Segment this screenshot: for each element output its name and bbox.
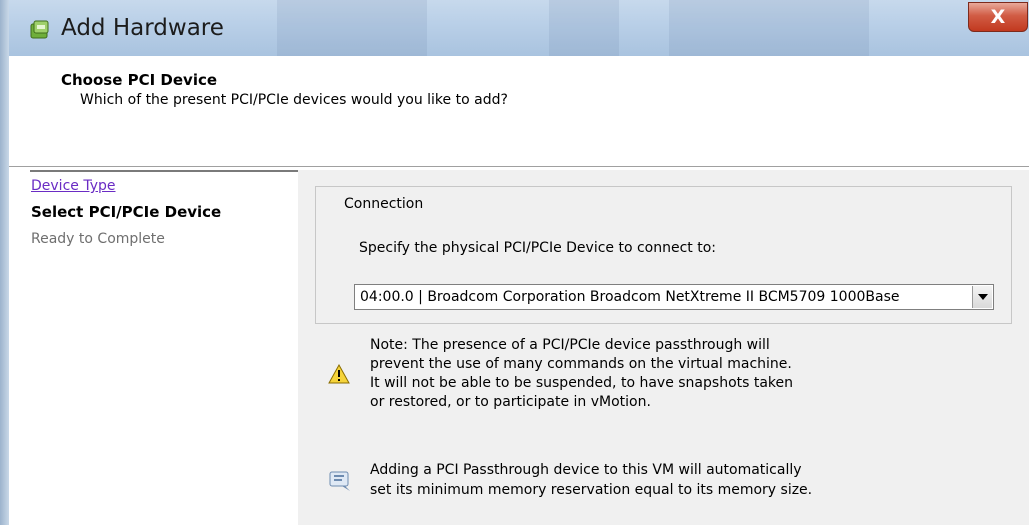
step-select-pci-device: Select PCI/PCIe Device [31, 203, 222, 221]
pci-device-dropdown[interactable]: 04:00.0 | Broadcom Corporation Broadcom … [354, 284, 994, 310]
warning-icon [328, 364, 350, 384]
window-frame-left [0, 0, 9, 525]
connection-group-label: Connection [341, 196, 427, 212]
passthrough-warning-text: Note: The presence of a PCI/PCIe device … [370, 337, 794, 410]
connection-groupbox: Connection Specify the physical PCI/PCIe… [315, 186, 1012, 324]
titlebar-background-decoration [277, 0, 427, 56]
wizard-header: Choose PCI Device Which of the present P… [9, 56, 1029, 166]
page-title: Choose PCI Device [61, 71, 218, 89]
title-bar[interactable]: Add Hardware X [9, 0, 1029, 56]
titlebar-background-decoration [549, 0, 619, 56]
step-ready-to-complete: Ready to Complete [31, 231, 165, 247]
titlebar-background-decoration [669, 0, 869, 56]
pci-device-selected-value: 04:00.0 | Broadcom Corporation Broadcom … [360, 289, 900, 305]
memory-reservation-info-text: Adding a PCI Passthrough device to this … [370, 462, 813, 498]
info-icon [329, 471, 350, 491]
main-content-panel: Connection Specify the physical PCI/PCIe… [298, 170, 1029, 525]
header-divider-highlight [9, 167, 1029, 168]
chevron-down-icon[interactable] [972, 286, 992, 308]
wizard-steps-panel [30, 170, 298, 525]
page-subtitle: Which of the present PCI/PCIe devices wo… [80, 92, 508, 108]
close-button[interactable]: X [968, 2, 1028, 32]
device-instruction-label: Specify the physical PCI/PCIe Device to … [359, 240, 716, 256]
step-device-type[interactable]: Device Type [31, 178, 116, 194]
window-title: Add Hardware [61, 15, 224, 41]
add-hardware-icon [30, 20, 49, 39]
